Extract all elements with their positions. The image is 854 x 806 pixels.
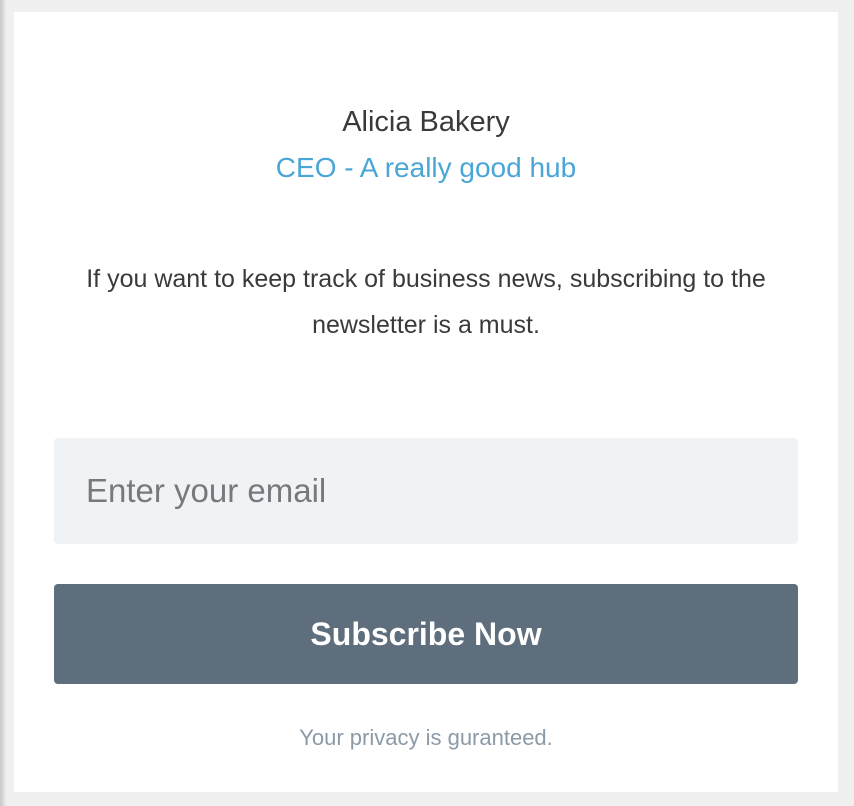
window-edge: [0, 0, 6, 806]
newsletter-description: If you want to keep track of business ne…: [86, 265, 766, 339]
profile-name: Alicia Bakery: [342, 106, 510, 138]
privacy-note: Your privacy is guranteed.: [299, 725, 553, 750]
subscribe-button[interactable]: Subscribe Now: [54, 584, 798, 684]
profile-role: CEO - A really good hub: [275, 152, 577, 183]
email-field[interactable]: [54, 438, 798, 544]
newsletter-card: Alicia Bakery CEO - A really good hub If…: [14, 12, 838, 792]
